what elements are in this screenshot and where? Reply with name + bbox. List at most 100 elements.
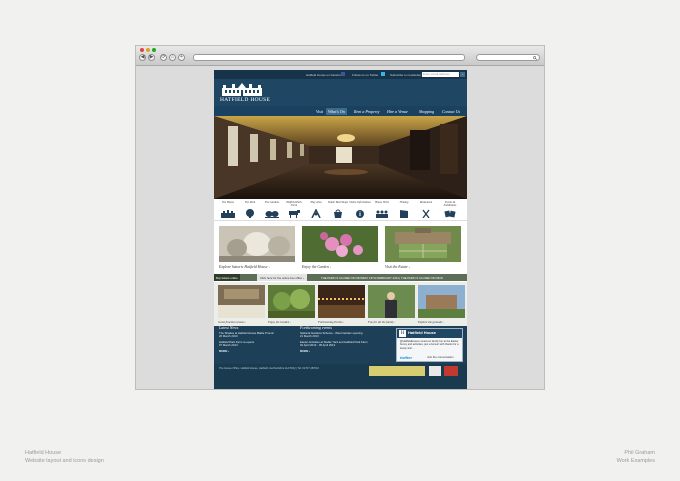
main-navigation: Visit What's On Rent a Property Hire a V… — [214, 106, 467, 116]
facebook-icon — [341, 72, 345, 76]
info-icon — [356, 210, 364, 218]
icon-label: Hatfield Park Farm — [286, 201, 302, 207]
ticker-bar: Buy tickets online Click here for the on… — [214, 274, 467, 281]
icon-label: Stable Yard Shops — [327, 201, 349, 204]
thumbnail-caption[interactable]: Forthcoming Events › — [318, 320, 367, 324]
buy-tickets-button[interactable]: Buy tickets online — [214, 274, 240, 281]
events-more-link[interactable]: MORE › — [300, 349, 390, 354]
tree-icon — [246, 209, 254, 218]
add-bookmark-button[interactable]: + — [178, 54, 185, 61]
feature-section: Explore historic Hatfield House › Enjoy … — [214, 221, 467, 274]
nav-contact-us[interactable]: Contact Us — [440, 108, 462, 115]
box-office-link[interactable]: Click here for the online box office › — [257, 274, 307, 281]
thumbnail-caption[interactable]: Enjoy the Garden › — [268, 320, 317, 324]
icon-nav-stable-yard-shops[interactable]: Stable Yard Shops — [327, 201, 349, 218]
icon-label: The House — [221, 201, 235, 204]
footer-address: The House Office, Hatfield House, Hatfie… — [219, 367, 319, 370]
thumbnail-image[interactable] — [268, 285, 315, 318]
hatfield-house-logo-icon[interactable] — [220, 83, 264, 96]
icon-label: Events & Exhibitions — [443, 201, 457, 207]
author-name: Phil Graham — [624, 450, 655, 456]
icon-nav-restaurant[interactable]: Restaurant — [415, 201, 437, 218]
icon-nav-the-park[interactable]: The Park — [239, 201, 261, 218]
events-title: Forthcoming events — [300, 325, 332, 330]
site-footer: The House Office, Hatfield House, Hatfie… — [214, 364, 467, 389]
footer-banner[interactable] — [369, 366, 425, 376]
nav-shopping[interactable]: Shopping — [417, 108, 436, 115]
forward-button[interactable]: ▶ — [148, 54, 155, 61]
author-caption: Phil Graham Work Examples — [617, 449, 655, 465]
icon-nav-events-exhibitions[interactable]: Events & Exhibitions — [439, 201, 461, 218]
feature-caption: Explore historic Hatfield House › — [219, 265, 270, 269]
twitter-logo-icon: twitter — [400, 355, 412, 360]
thumbnail-caption[interactable]: Fun for all the family › — [368, 320, 417, 324]
event-item-date: 02 April 2013 - 05 April 2013 — [300, 343, 336, 348]
news-item-date: 07 March 2013 — [219, 343, 238, 348]
project-subtitle: Website layout and icons design — [25, 458, 104, 464]
profile-avatar: H — [399, 330, 406, 337]
thumbnail-image[interactable] — [218, 285, 265, 318]
icon-nav-hatfield-park-farm[interactable]: Hatfield Park Farm — [283, 201, 305, 218]
zoom-window-button[interactable] — [152, 48, 156, 52]
website-page: Hatfield House on Facebook Follow us on … — [214, 70, 467, 389]
feature-image — [302, 226, 378, 262]
icon-label: The Gardens — [264, 201, 280, 204]
feature-image — [385, 226, 461, 262]
icon-nav-the-house[interactable]: The House — [217, 201, 239, 218]
thumbnail-image[interactable] — [418, 285, 465, 318]
newsletter-email-input[interactable]: Enter email address — [422, 72, 459, 77]
browser-viewport: Hatfield House on Facebook Follow us on … — [136, 67, 544, 389]
icon-nav-house-visits[interactable]: House Visits — [371, 201, 393, 218]
twitter-icon — [381, 72, 385, 76]
browser-search-field[interactable] — [476, 54, 540, 61]
close-window-button[interactable] — [140, 48, 144, 52]
news-more-link[interactable]: MORE › — [219, 349, 294, 354]
home-button[interactable]: ⌂ — [169, 54, 176, 61]
nav-rent-a-property[interactable]: Rent a Property — [352, 108, 381, 115]
nav-visit[interactable]: Visit — [314, 108, 325, 115]
twitter-widget-header: H Hatfield House — [397, 329, 462, 338]
back-button[interactable]: ◀ — [139, 54, 146, 61]
browser-window: ◀ ▶ ⟳ ⌂ + Hatfield House on Facebook Fol… — [135, 45, 545, 390]
project-title: Hatfield House — [25, 450, 62, 456]
feature-card[interactable]: Visit the Estate › — [385, 226, 461, 271]
garden-icon — [265, 211, 279, 218]
group-icon — [376, 210, 388, 218]
icon-label: Play Area — [310, 201, 322, 204]
icon-label: Visitor Information — [349, 201, 371, 204]
feature-card[interactable]: Explore historic Hatfield House › — [219, 226, 295, 271]
footer-badge[interactable] — [429, 366, 441, 376]
thumbnail-image[interactable] — [318, 285, 365, 318]
house-icon — [221, 210, 235, 218]
latest-news-title: Latest News — [219, 325, 239, 330]
feature-card[interactable]: Enjoy the Garden › — [302, 226, 378, 271]
twitter-link[interactable]: Follow us on Twitter — [352, 73, 378, 77]
icon-nav-the-gardens[interactable]: The Gardens — [261, 201, 283, 218]
join-conversation-link[interactable]: Join the conversation — [427, 355, 453, 359]
thumbnail-image[interactable] — [368, 285, 415, 318]
icon-nav-filming[interactable]: Filming — [393, 201, 415, 218]
thumbnail-caption[interactable]: Explore the grounds › — [418, 320, 467, 324]
cutlery-icon — [422, 209, 430, 218]
thumbnail-row: Great function venues › Enjoy the Garden… — [214, 282, 467, 326]
address-bar[interactable] — [193, 54, 465, 61]
icon-nav-visitor-information[interactable]: Visitor Information — [349, 201, 371, 218]
tweet-text: @HatfieldHouse Loved our family fun at t… — [400, 340, 459, 350]
newsletter-label: Subscribe to newsletter — [390, 73, 422, 77]
news-item-date: 20 March 2013 — [219, 334, 238, 339]
icon-nav-play-area[interactable]: Play Area — [305, 201, 327, 218]
newsletter-submit-button[interactable]: › — [460, 72, 465, 77]
thumbnail-caption[interactable]: Great function venues › — [218, 320, 267, 324]
logo-text[interactable]: HATFIELD HOUSE — [220, 97, 270, 103]
icon-label: Restaurant — [419, 201, 433, 204]
events-panel: Forthcoming events National Gardens Sche… — [300, 326, 390, 362]
project-caption: Hatfield House Website layout and icons … — [25, 449, 104, 465]
nav-whats-on[interactable]: What's On — [326, 108, 347, 115]
reload-button[interactable]: ⟳ — [160, 54, 167, 61]
nav-hire-a-venue[interactable]: Hire a Venue — [385, 108, 410, 115]
minimize-window-button[interactable] — [146, 48, 150, 52]
icon-label: House Visits — [375, 201, 389, 204]
feature-caption: Enjoy the Garden › — [302, 265, 332, 269]
footer-badge[interactable] — [444, 366, 458, 376]
facebook-link[interactable]: Hatfield House on Facebook — [306, 73, 344, 77]
